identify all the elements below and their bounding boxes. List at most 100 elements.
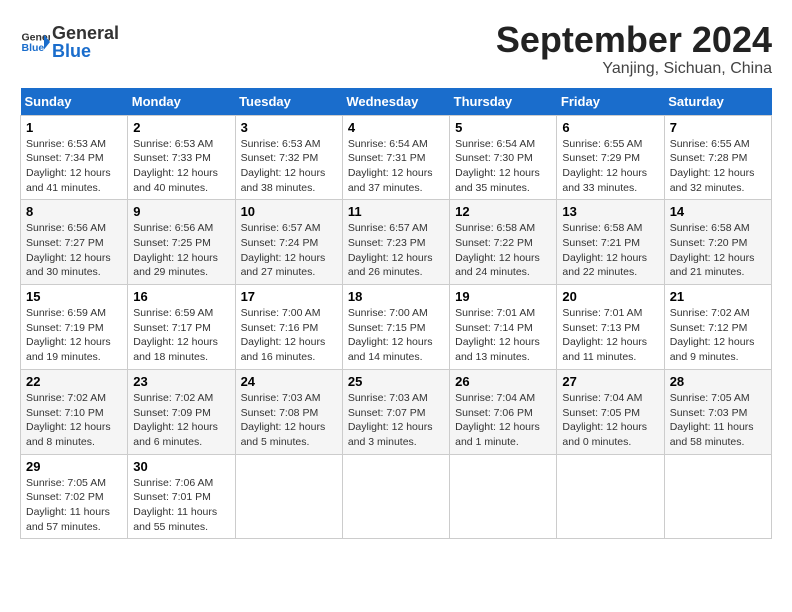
calendar-cell [342, 454, 449, 539]
day-info: Sunrise: 7:03 AM Sunset: 7:08 PM Dayligh… [241, 391, 337, 450]
calendar-week-4: 29Sunrise: 7:05 AM Sunset: 7:02 PM Dayli… [21, 454, 772, 539]
day-info: Sunrise: 7:04 AM Sunset: 7:05 PM Dayligh… [562, 391, 658, 450]
weekday-header-sunday: Sunday [21, 88, 128, 116]
logo: General Blue General Blue [20, 24, 119, 60]
calendar-cell [450, 454, 557, 539]
weekday-header-saturday: Saturday [664, 88, 771, 116]
day-info: Sunrise: 6:54 AM Sunset: 7:30 PM Dayligh… [455, 137, 551, 196]
calendar-cell: 29Sunrise: 7:05 AM Sunset: 7:02 PM Dayli… [21, 454, 128, 539]
calendar-cell: 15Sunrise: 6:59 AM Sunset: 7:19 PM Dayli… [21, 285, 128, 370]
weekday-header-row: SundayMondayTuesdayWednesdayThursdayFrid… [21, 88, 772, 116]
location-title: Yanjing, Sichuan, China [496, 60, 772, 78]
day-info: Sunrise: 6:57 AM Sunset: 7:24 PM Dayligh… [241, 221, 337, 280]
weekday-header-wednesday: Wednesday [342, 88, 449, 116]
svg-text:Blue: Blue [22, 42, 45, 54]
calendar-cell: 2 Sunrise: 6:53 AM Sunset: 7:33 PM Daylig… [128, 115, 235, 200]
day-number: 20 [562, 289, 658, 304]
calendar-cell: 18 Sunrise: 7:00 AM Sunset: 7:15 PM Dayli… [342, 285, 449, 370]
day-number: 14 [670, 204, 766, 219]
day-number: 18 [348, 289, 444, 304]
calendar-week-3: 22 Sunrise: 7:02 AM Sunset: 7:10 PM Dayli… [21, 369, 772, 454]
calendar-cell: 28 Sunrise: 7:05 AM Sunset: 7:03 PM Dayli… [664, 369, 771, 454]
calendar-cell: 8Sunrise: 6:56 AM Sunset: 7:27 PM Daylig… [21, 200, 128, 285]
calendar-cell: 27 Sunrise: 7:04 AM Sunset: 7:05 PM Dayli… [557, 369, 664, 454]
day-number: 5 [455, 120, 551, 135]
calendar-cell [235, 454, 342, 539]
day-number: 25 [348, 374, 444, 389]
calendar-cell [664, 454, 771, 539]
calendar-cell: 19 Sunrise: 7:01 AM Sunset: 7:14 PM Dayli… [450, 285, 557, 370]
day-info: Sunrise: 7:05 AM Sunset: 7:03 PM Dayligh… [670, 391, 766, 450]
calendar-cell: 10 Sunrise: 6:57 AM Sunset: 7:24 PM Dayli… [235, 200, 342, 285]
day-info: Sunrise: 7:03 AM Sunset: 7:07 PM Dayligh… [348, 391, 444, 450]
day-number: 30 [133, 459, 229, 474]
day-number: 10 [241, 204, 337, 219]
weekday-header-tuesday: Tuesday [235, 88, 342, 116]
day-info: Sunrise: 6:55 AM Sunset: 7:28 PM Dayligh… [670, 137, 766, 196]
day-info: Sunrise: 7:01 AM Sunset: 7:14 PM Dayligh… [455, 306, 551, 365]
calendar-cell: 16Sunrise: 6:59 AM Sunset: 7:17 PM Dayli… [128, 285, 235, 370]
calendar-week-2: 15Sunrise: 6:59 AM Sunset: 7:19 PM Dayli… [21, 285, 772, 370]
day-number: 9 [133, 204, 229, 219]
title-block: September 2024 Yanjing, Sichuan, China [496, 20, 772, 78]
day-number: 11 [348, 204, 444, 219]
day-number: 24 [241, 374, 337, 389]
day-info: Sunrise: 7:01 AM Sunset: 7:13 PM Dayligh… [562, 306, 658, 365]
day-number: 28 [670, 374, 766, 389]
day-info: Sunrise: 7:02 AM Sunset: 7:10 PM Dayligh… [26, 391, 122, 450]
calendar-week-1: 8Sunrise: 6:56 AM Sunset: 7:27 PM Daylig… [21, 200, 772, 285]
calendar-cell: 12Sunrise: 6:58 AM Sunset: 7:22 PM Dayli… [450, 200, 557, 285]
calendar-week-0: 1 Sunrise: 6:53 AM Sunset: 7:34 PM Daylig… [21, 115, 772, 200]
day-number: 27 [562, 374, 658, 389]
day-number: 22 [26, 374, 122, 389]
calendar-cell: 17Sunrise: 7:00 AM Sunset: 7:16 PM Dayli… [235, 285, 342, 370]
day-number: 15 [26, 289, 122, 304]
calendar-cell [557, 454, 664, 539]
calendar-cell: 4 Sunrise: 6:54 AM Sunset: 7:31 PM Daylig… [342, 115, 449, 200]
day-info: Sunrise: 7:00 AM Sunset: 7:15 PM Dayligh… [348, 306, 444, 365]
calendar-cell: 14Sunrise: 6:58 AM Sunset: 7:20 PM Dayli… [664, 200, 771, 285]
calendar-cell: 1 Sunrise: 6:53 AM Sunset: 7:34 PM Daylig… [21, 115, 128, 200]
day-info: Sunrise: 7:02 AM Sunset: 7:12 PM Dayligh… [670, 306, 766, 365]
calendar-cell: 21 Sunrise: 7:02 AM Sunset: 7:12 PM Dayli… [664, 285, 771, 370]
day-info: Sunrise: 6:58 AM Sunset: 7:21 PM Dayligh… [562, 221, 658, 280]
day-number: 8 [26, 204, 122, 219]
day-number: 1 [26, 120, 122, 135]
day-info: Sunrise: 6:55 AM Sunset: 7:29 PM Dayligh… [562, 137, 658, 196]
day-number: 19 [455, 289, 551, 304]
day-info: Sunrise: 6:53 AM Sunset: 7:34 PM Dayligh… [26, 137, 122, 196]
calendar-body: 1 Sunrise: 6:53 AM Sunset: 7:34 PM Daylig… [21, 115, 772, 539]
day-info: Sunrise: 7:06 AM Sunset: 7:01 PM Dayligh… [133, 476, 229, 535]
day-info: Sunrise: 7:02 AM Sunset: 7:09 PM Dayligh… [133, 391, 229, 450]
day-number: 12 [455, 204, 551, 219]
calendar-cell: 11 Sunrise: 6:57 AM Sunset: 7:23 PM Dayli… [342, 200, 449, 285]
calendar-cell: 26 Sunrise: 7:04 AM Sunset: 7:06 PM Dayli… [450, 369, 557, 454]
logo-blue: Blue [52, 42, 119, 60]
day-number: 4 [348, 120, 444, 135]
day-number: 3 [241, 120, 337, 135]
day-number: 26 [455, 374, 551, 389]
calendar-cell: 13 Sunrise: 6:58 AM Sunset: 7:21 PM Dayli… [557, 200, 664, 285]
calendar-cell: 20 Sunrise: 7:01 AM Sunset: 7:13 PM Dayli… [557, 285, 664, 370]
day-number: 17 [241, 289, 337, 304]
day-info: Sunrise: 6:54 AM Sunset: 7:31 PM Dayligh… [348, 137, 444, 196]
day-number: 7 [670, 120, 766, 135]
weekday-header-thursday: Thursday [450, 88, 557, 116]
day-info: Sunrise: 7:04 AM Sunset: 7:06 PM Dayligh… [455, 391, 551, 450]
day-number: 21 [670, 289, 766, 304]
page-header: General Blue General Blue September 2024… [20, 20, 772, 78]
month-title: September 2024 [496, 20, 772, 60]
calendar-cell: 25 Sunrise: 7:03 AM Sunset: 7:07 PM Dayli… [342, 369, 449, 454]
day-info: Sunrise: 6:53 AM Sunset: 7:32 PM Dayligh… [241, 137, 337, 196]
weekday-header-friday: Friday [557, 88, 664, 116]
day-number: 13 [562, 204, 658, 219]
day-number: 2 [133, 120, 229, 135]
calendar-table: SundayMondayTuesdayWednesdayThursdayFrid… [20, 88, 772, 540]
day-info: Sunrise: 6:57 AM Sunset: 7:23 PM Dayligh… [348, 221, 444, 280]
day-info: Sunrise: 6:53 AM Sunset: 7:33 PM Dayligh… [133, 137, 229, 196]
logo-general: General [52, 24, 119, 42]
calendar-cell: 22 Sunrise: 7:02 AM Sunset: 7:10 PM Dayli… [21, 369, 128, 454]
day-number: 23 [133, 374, 229, 389]
calendar-cell: 23 Sunrise: 7:02 AM Sunset: 7:09 PM Dayli… [128, 369, 235, 454]
day-number: 6 [562, 120, 658, 135]
